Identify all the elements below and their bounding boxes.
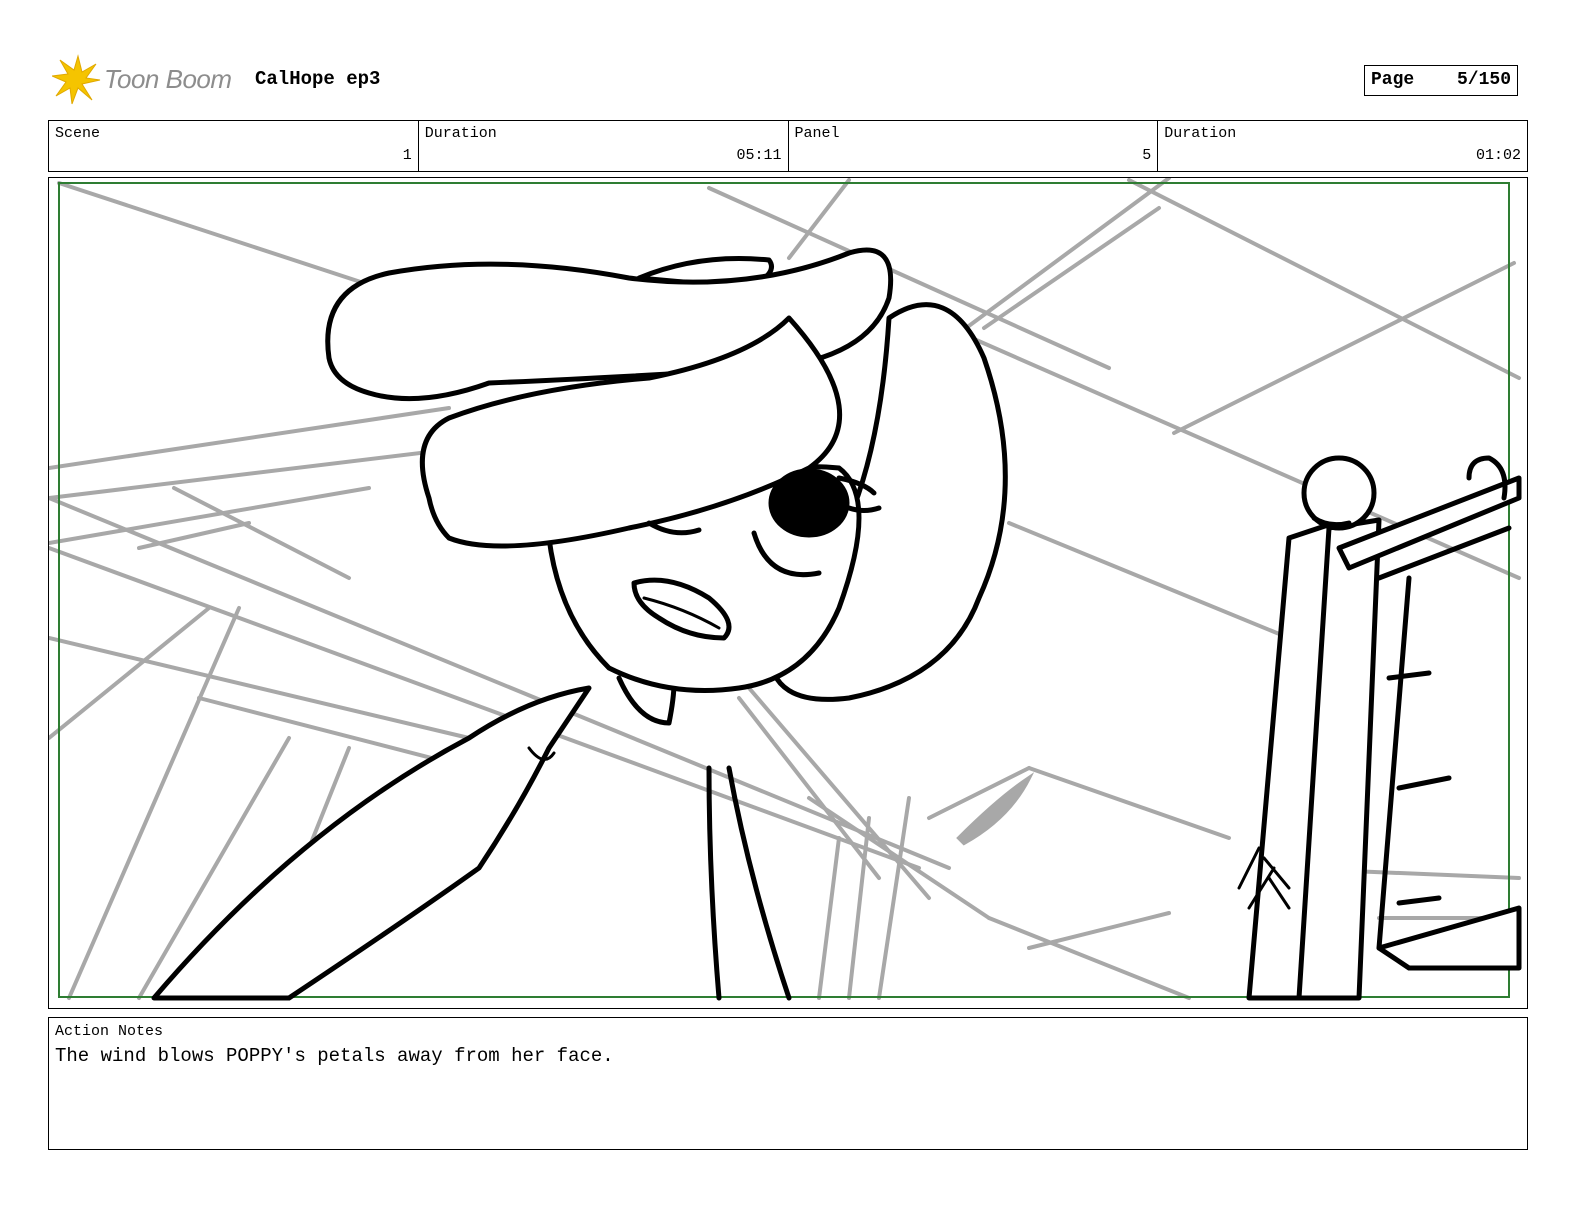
panel-duration-cell: Duration 01:02 xyxy=(1158,121,1527,171)
toon-boom-logo: Toon Boom xyxy=(50,54,242,106)
panel-duration-value: 01:02 xyxy=(1475,147,1521,164)
page-label: Page xyxy=(1371,70,1415,90)
action-notes-label: Action Notes xyxy=(55,1023,164,1040)
scene-value: 1 xyxy=(402,147,412,164)
scene-label: Scene xyxy=(55,125,101,142)
logo-text: Toon Boom xyxy=(104,64,232,94)
panel-label: Panel xyxy=(794,125,840,142)
scene-duration-label: Duration xyxy=(424,125,497,142)
panel-duration-label: Duration xyxy=(1164,125,1237,142)
starburst-icon xyxy=(50,54,101,105)
scene-cell: Scene 1 xyxy=(49,121,419,171)
page-number: 5/150 xyxy=(1456,70,1511,90)
poppy-character xyxy=(151,247,1008,1001)
panel-cell: Panel 5 xyxy=(789,121,1159,171)
page-indicator: Page 5/150 xyxy=(1364,65,1518,96)
action-notes-text: The wind blows POPPY's petals away from … xyxy=(55,1045,614,1067)
scene-duration-cell: Duration 05:11 xyxy=(419,121,789,171)
panel-sketch xyxy=(49,178,1522,1001)
scene-duration-value: 05:11 xyxy=(736,147,782,164)
scene-info-row: Scene 1 Duration 05:11 Panel 5 Duration … xyxy=(48,120,1528,172)
panel-value: 5 xyxy=(1142,147,1152,164)
page-header: Toon Boom CalHope ep3 Page 5/150 xyxy=(50,54,1532,106)
action-notes: Action Notes The wind blows POPPY's peta… xyxy=(48,1017,1528,1150)
storyboard-panel xyxy=(48,177,1528,1009)
project-title: CalHope ep3 xyxy=(255,68,381,90)
